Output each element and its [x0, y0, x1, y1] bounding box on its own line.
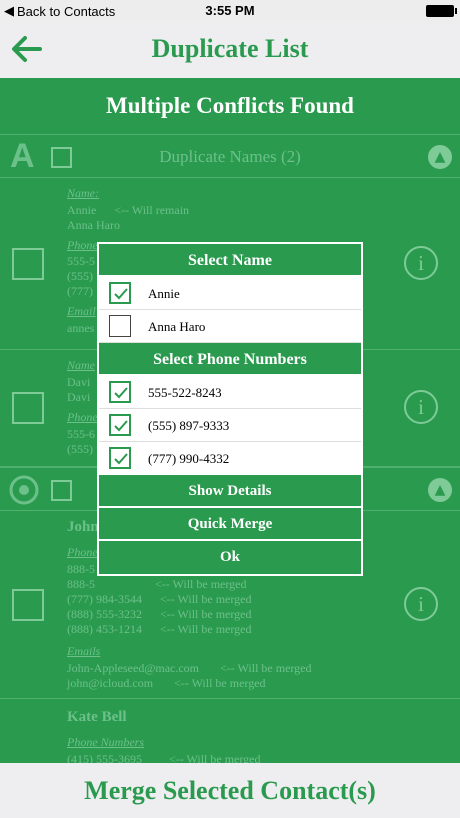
- row-line: 555-5: [67, 254, 95, 268]
- merge-selected-button[interactable]: Merge Selected Contact(s): [0, 763, 460, 818]
- name-option-label: Annie: [148, 286, 180, 301]
- row-label: Name:: [67, 186, 99, 200]
- row-line: 888-5 <-- Will be merged: [67, 577, 247, 591]
- checkbox-checked[interactable]: [109, 282, 131, 304]
- phone-option-label: (555) 897-9333: [148, 418, 230, 433]
- info-icon[interactable]: i: [404, 587, 438, 621]
- conflict-banner: Multiple Conflicts Found: [106, 93, 354, 118]
- page-title: Duplicate List: [151, 34, 309, 63]
- info-icon[interactable]: i: [404, 390, 438, 424]
- collapse-icon[interactable]: ▲: [428, 478, 452, 502]
- row-line: John-Appleseed@mac.com <-- Will be merge…: [67, 661, 312, 675]
- select-phone-header: Select Phone Numbers: [99, 343, 361, 376]
- conflict-icon: [9, 475, 39, 505]
- row-name: John: [67, 519, 99, 535]
- row-line: 888-5: [67, 562, 95, 576]
- list-item: Kate Bell Phone Numbers (415) 555-3695 <…: [0, 699, 460, 764]
- phone-option[interactable]: (555) 897-9333: [99, 409, 361, 442]
- checkbox-checked[interactable]: [109, 447, 131, 469]
- select-name-header: Select Name: [99, 244, 361, 277]
- row-line: (777) 984-3544 <-- Will be merged: [67, 592, 252, 606]
- nav-bar: Duplicate List: [0, 22, 460, 78]
- row-name: Kate Bell: [67, 709, 127, 725]
- phone-option[interactable]: (777) 990-4332: [99, 442, 361, 475]
- checkmark-icon: [114, 288, 128, 300]
- row-line: 555-6: [67, 427, 95, 441]
- checkbox-unchecked[interactable]: [109, 315, 131, 337]
- section-header-names: A Duplicate Names (2) ▲: [0, 134, 460, 178]
- row-checkbox[interactable]: [12, 392, 44, 424]
- phone-option[interactable]: 555-522-8243: [99, 376, 361, 409]
- checkmark-icon: [114, 420, 128, 432]
- ok-button[interactable]: Ok: [99, 541, 361, 574]
- quick-merge-button[interactable]: Quick Merge: [99, 508, 361, 541]
- row-label: Phone: [67, 238, 98, 252]
- row-label: Emails: [67, 644, 101, 658]
- status-time: 3:55 PM: [205, 3, 255, 18]
- row-label: Phone: [67, 545, 98, 559]
- collapse-icon[interactable]: ▲: [428, 145, 452, 169]
- row-line: (777): [67, 284, 93, 298]
- section-title: Duplicate Names (2): [159, 147, 301, 166]
- checkmark-icon: [114, 387, 128, 399]
- merge-dialog: Select Name Annie Anna Haro Select Phone…: [97, 242, 363, 576]
- row-line: Davi: [67, 375, 91, 389]
- name-option[interactable]: Anna Haro: [99, 310, 361, 343]
- row-checkbox[interactable]: [12, 248, 44, 280]
- section-checkbox[interactable]: [51, 480, 72, 501]
- row-line: john@icloud.com <-- Will be merged: [67, 676, 266, 690]
- battery-icon: [426, 5, 457, 17]
- row-label: Email: [67, 304, 96, 318]
- row-line: Anna Haro: [67, 218, 120, 232]
- row-line: Davi: [67, 390, 91, 404]
- name-option[interactable]: Annie: [99, 277, 361, 310]
- row-line: (888) 453-1214 <-- Will be merged: [67, 622, 252, 636]
- checkbox-checked[interactable]: [109, 381, 131, 403]
- row-line: (555): [67, 442, 93, 456]
- checkbox-checked[interactable]: [109, 414, 131, 436]
- row-line: Annie <-- Will remain: [67, 203, 190, 217]
- show-details-button[interactable]: Show Details: [99, 475, 361, 508]
- row-label: Phone Numbers: [67, 735, 144, 749]
- checkmark-icon: [114, 453, 128, 465]
- row-checkbox[interactable]: [12, 589, 44, 621]
- row-line: (555): [67, 269, 93, 283]
- row-line: annes: [67, 321, 95, 335]
- row-line: (888) 555-3232 <-- Will be merged: [67, 607, 252, 621]
- info-icon[interactable]: i: [404, 246, 438, 280]
- status-bar: ◀ Back to Contacts 3:55 PM: [0, 0, 460, 22]
- row-label: Name: [67, 358, 95, 372]
- row-label: Phone: [67, 410, 98, 424]
- phone-option-label: 555-522-8243: [148, 385, 222, 400]
- name-option-label: Anna Haro: [148, 319, 206, 334]
- phone-option-label: (777) 990-4332: [148, 451, 230, 466]
